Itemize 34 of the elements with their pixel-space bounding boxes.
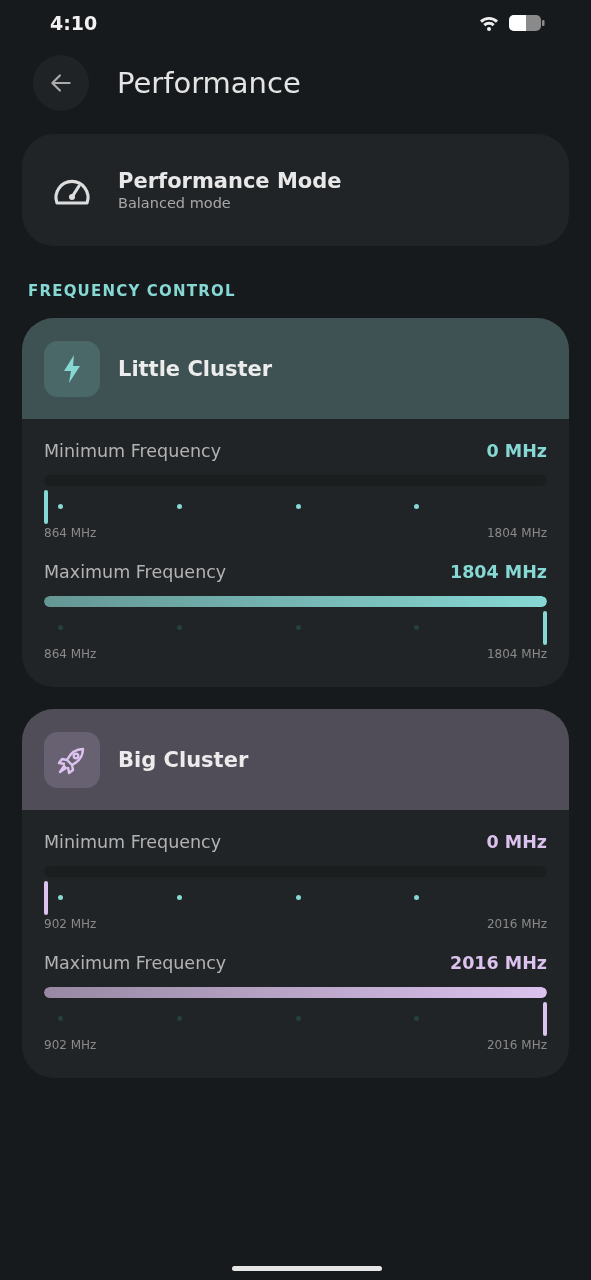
performance-mode-card[interactable]: Performance Mode Balanced mode — [22, 134, 569, 246]
slider-thumb[interactable] — [543, 1002, 547, 1036]
page-title: Performance — [117, 66, 301, 100]
frequency-slider[interactable] — [44, 866, 547, 915]
frequency-slider[interactable] — [44, 596, 547, 645]
slider-thumb[interactable] — [543, 611, 547, 645]
cluster-title: Little Cluster — [118, 356, 273, 381]
range-max-label: 1804 MHz — [486, 647, 547, 661]
range-max-label: 2016 MHz — [486, 917, 547, 931]
range-max-label: 1804 MHz — [486, 526, 547, 540]
frequency-reading: 0 MHz — [486, 832, 547, 852]
mode-title: Performance Mode — [118, 169, 342, 193]
mode-subtitle: Balanced mode — [118, 195, 232, 211]
section-label: FREQUENCY CONTROL — [28, 282, 237, 300]
frequency-reading: 1804 MHz — [449, 562, 547, 582]
slider-thumb[interactable] — [44, 490, 48, 524]
slider-thumb[interactable] — [44, 881, 48, 915]
cluster-title: Big Cluster — [118, 747, 249, 772]
battery-icon — [509, 14, 545, 32]
frequency-reading: 2016 MHz — [449, 953, 547, 973]
slider-label: Maximum Frequency — [44, 953, 227, 973]
slider-label: Minimum Frequency — [44, 441, 222, 461]
slider-label: Minimum Frequency — [44, 832, 222, 852]
range-min-label: 902 MHz — [44, 1038, 97, 1052]
frequency-reading: 0 MHz — [486, 441, 547, 461]
wifi-icon — [479, 15, 499, 31]
range-min-label: 864 MHz — [44, 647, 97, 661]
range-min-label: 902 MHz — [44, 917, 97, 931]
frequency-slider[interactable] — [44, 475, 547, 524]
status-time: 4:10 — [50, 12, 98, 34]
slider-label: Maximum Frequency — [44, 562, 227, 582]
range-max-label: 2016 MHz — [486, 1038, 547, 1052]
range-min-label: 864 MHz — [44, 526, 97, 540]
frequency-slider[interactable] — [44, 987, 547, 1036]
